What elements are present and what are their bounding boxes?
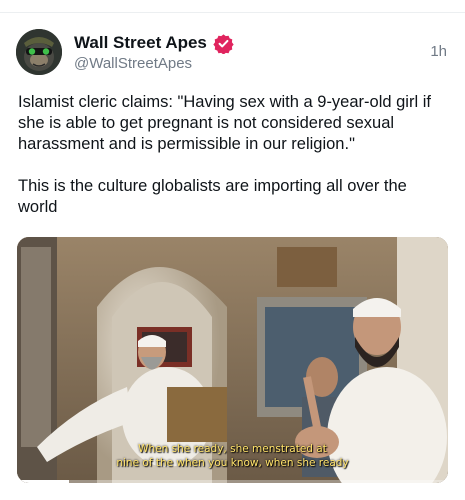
post-paragraph: This is the culture globalists are impor… [18,177,407,216]
post-timestamp[interactable]: 1h [430,43,447,60]
video-player[interactable]: When she ready, she menstrated at nine o… [17,237,448,483]
post-card[interactable]: Wall Street Apes @WallStreetApes 1h Isla… [0,0,465,500]
avatar[interactable] [16,29,62,75]
ape-avatar-icon [16,29,62,75]
video-subtitle: nine of the when you know, when she read… [116,457,349,469]
video-progress-fill [17,480,69,483]
video-progress-bar[interactable] [17,480,448,483]
display-name[interactable]: Wall Street Apes [74,33,207,53]
verified-badge-icon [213,33,234,55]
post-paragraph: Islamist cleric claims: "Having sex with… [18,93,431,153]
post-text: Islamist cleric claims: "Having sex with… [18,92,450,239]
author-handle[interactable]: @WallStreetApes [74,55,192,72]
video-subtitle: When she ready, she menstrated at [138,443,327,455]
author-name-row: Wall Street Apes [74,32,234,55]
